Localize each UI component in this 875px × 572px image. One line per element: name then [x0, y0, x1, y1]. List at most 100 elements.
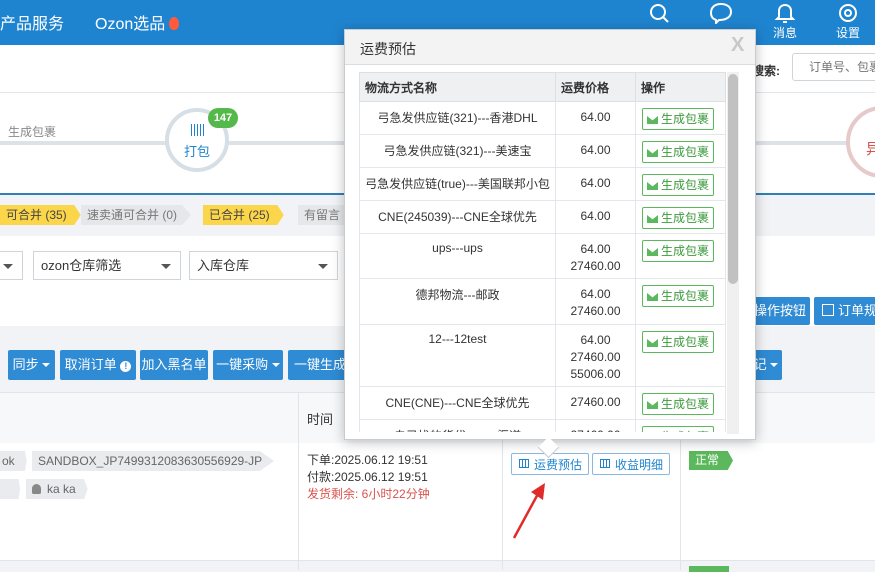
ozon-warehouse-value: ozon仓库筛选 — [41, 258, 122, 273]
tag-aliexpress-mergeable[interactable]: 速卖通可合并 (0) — [81, 205, 192, 225]
step-pack-label[interactable]: 打包 — [165, 141, 229, 160]
close-icon[interactable]: X — [731, 34, 744, 57]
logistics-name: 12---12test — [359, 324, 556, 387]
generate-package-label: 生成包裹 — [661, 211, 710, 225]
fee-price: 64.00 — [555, 101, 636, 135]
step-exception-label[interactable]: 异 — [866, 138, 875, 159]
fee-table: 物流方式名称 运费价格 操作 弓急发供应链(321)---香港DHL 64.00 生… — [359, 72, 726, 432]
fee-price: 64.00 — [555, 134, 636, 168]
chevron-down-icon — [318, 264, 328, 269]
logistics-name: CNE(CNE)---CNE全球优先 — [359, 386, 556, 420]
chevron-down-icon — [161, 264, 171, 269]
nav-ozon-selection[interactable]: Ozon选品 — [95, 10, 180, 34]
envelope-icon — [647, 182, 658, 190]
nav-product-services[interactable]: 产品服务 — [0, 10, 64, 34]
fee-table-row: 德邦物流---邮政 64.00 27460.00 生成包裹 — [359, 278, 726, 325]
fee-table-row: 弓急发供应链(321)---香港DHL 64.00 生成包裹 — [359, 101, 726, 135]
operation-buttons-button[interactable]: 操作按钮 — [750, 297, 810, 325]
operation-cell: 生成包裹 — [635, 101, 726, 135]
status-badge: 正常 — [689, 451, 734, 470]
operation-cell: 生成包裹 — [635, 167, 726, 201]
generate-package-button[interactable]: 生成包裹 — [642, 331, 715, 353]
fee-price: 64.00 27460.00 — [555, 233, 636, 279]
generate-package-label: 生成包裹 — [661, 335, 710, 349]
caret-down-icon — [770, 363, 779, 367]
fee-price: 64.00 27460.00 — [555, 278, 636, 325]
logistics-name: 德邦物流---邮政 — [359, 278, 556, 325]
generate-package-button[interactable]: 生成包裹 — [642, 285, 715, 307]
operation-cell: 生成包裹 — [635, 233, 726, 279]
generate-package-button[interactable]: 生成包裹 — [642, 426, 715, 432]
fee-price-value: 27460.00 — [570, 304, 621, 318]
envelope-icon — [647, 339, 658, 347]
dialog-scrollbar-thumb[interactable] — [728, 74, 738, 284]
fee-table-row: 弓急发供应链(321)---美速宝 64.00 生成包裹 — [359, 134, 726, 168]
generate-package-button[interactable]: 生成包裹 — [642, 108, 715, 130]
header-fee-price: 运费价格 — [555, 72, 636, 102]
buyer-name: ka ka — [47, 482, 76, 496]
fee-price-value: 64.00 — [580, 333, 611, 347]
table-icon — [519, 459, 529, 468]
generate-package-button[interactable]: 生成包裹 — [642, 240, 715, 262]
fee-price-value: 64.00 — [580, 209, 611, 223]
search-input[interactable] — [792, 53, 875, 81]
save-icon — [822, 304, 834, 316]
ozon-warehouse-select[interactable]: ozon仓库筛选 — [33, 251, 181, 280]
logistics-name: 自己找的货代---test渠道 — [359, 419, 556, 432]
logistics-name: CNE(245039)---CNE全球优先 — [359, 200, 556, 234]
generate-package-label: 生成包裹 — [661, 430, 709, 432]
filter-select-left[interactable] — [0, 251, 23, 280]
step-generate-package-label[interactable]: 生成包裹 — [8, 123, 56, 140]
operation-cell: 生成包裹 — [635, 134, 726, 168]
inbound-warehouse-value: 入库仓库 — [197, 258, 250, 273]
fee-price: 27460.00 — [555, 419, 636, 432]
one-click-purchase-label: 一键采购 — [216, 357, 269, 372]
order-rules-button[interactable]: 订单规 — [814, 297, 875, 325]
envelope-icon — [647, 293, 658, 301]
search-icon[interactable] — [644, 2, 674, 24]
dialog-body[interactable]: 物流方式名称 运费价格 操作 弓急发供应链(321)---香港DHL 64.00 生… — [359, 72, 742, 432]
fee-price: 64.00 — [555, 167, 636, 201]
tag-mergeable[interactable]: 可合并 (35) — [0, 205, 81, 225]
chat-icon[interactable] — [706, 2, 736, 24]
envelope-icon — [647, 401, 658, 409]
generate-package-button[interactable]: 生成包裹 — [642, 174, 715, 196]
tag-merged[interactable]: 已合并 (25) — [203, 205, 284, 225]
generate-package-label: 生成包裹 — [661, 112, 710, 126]
fee-price-value: 64.00 — [580, 110, 611, 124]
caret-down-icon — [271, 363, 280, 367]
operation-cell: 生成包裹 — [635, 324, 726, 387]
bell-icon[interactable] — [770, 2, 800, 24]
fee-table-row: 12---12test 64.00 27460.00 55006.00 生成包裹 — [359, 324, 726, 387]
inbound-warehouse-select[interactable]: 入库仓库 — [189, 251, 338, 280]
generate-package-button[interactable]: 生成包裹 — [642, 141, 715, 163]
sync-button[interactable]: 同步 — [8, 350, 55, 380]
caret-down-icon — [42, 363, 51, 367]
logistics-name: 弓急发供应链(true)---美国联邦小包 — [359, 167, 556, 201]
profit-detail-button[interactable]: 收益明细 — [592, 453, 670, 475]
fee-price-value: 64.00 — [580, 287, 611, 301]
chevron-down-icon — [3, 264, 13, 269]
messages-label[interactable]: 消息 — [765, 24, 805, 41]
fee-table-row: 自己找的货代---test渠道27460.00 生成包裹 — [359, 419, 726, 432]
one-click-purchase-button[interactable]: 一键采购 — [213, 350, 283, 380]
cancel-order-button[interactable]: 取消订单 ! — [60, 350, 136, 380]
user-icon — [32, 484, 41, 494]
header-operation: 操作 — [635, 72, 726, 102]
gear-icon[interactable] — [833, 2, 863, 24]
fee-table-row: 弓急发供应链(true)---美国联邦小包 64.00 生成包裹 — [359, 167, 726, 201]
fee-estimate-label: 运费预估 — [534, 458, 583, 472]
table-icon — [600, 459, 610, 468]
generate-package-label: 生成包裹 — [661, 145, 710, 159]
add-blacklist-button[interactable]: 加入黑名单 — [140, 350, 208, 380]
sync-label: 同步 — [12, 357, 39, 372]
generate-package-button[interactable]: 生成包裹 — [642, 393, 715, 415]
order-id-chip[interactable]: SANDBOX_JP7499312083630556929-JP — [32, 451, 275, 471]
fee-table-row: CNE(CNE)---CNE全球优先 27460.00 生成包裹 — [359, 386, 726, 420]
annotation-arrow-icon — [512, 483, 545, 539]
status-badge-next-row — [689, 566, 729, 572]
settings-label[interactable]: 设置 — [828, 24, 868, 41]
logistics-name: ups---ups — [359, 233, 556, 279]
generate-package-button[interactable]: 生成包裹 — [642, 207, 715, 229]
operation-cell: 生成包裹 — [635, 386, 726, 420]
